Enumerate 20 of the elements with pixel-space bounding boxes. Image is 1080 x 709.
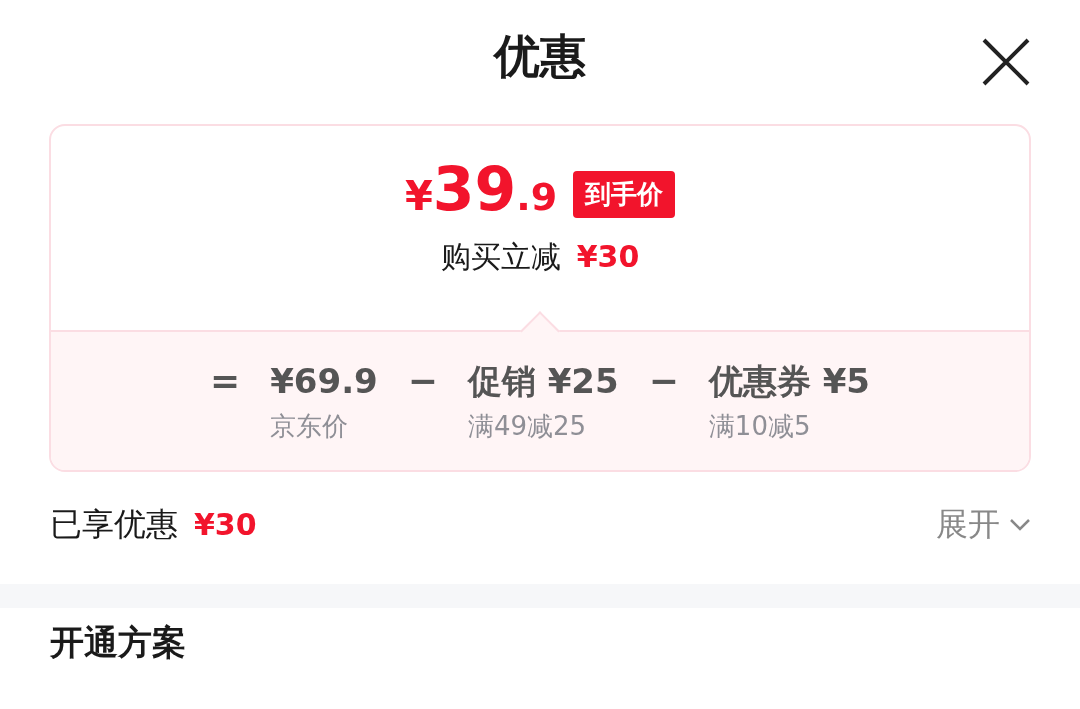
component-note: 京东价: [270, 410, 350, 443]
operator-sign: =: [210, 359, 241, 403]
component-note: 满49减25: [467, 410, 588, 443]
operator-sign: −: [648, 359, 679, 403]
saving-label: 购买立减: [440, 238, 561, 276]
price-component: 促销 ¥25: [467, 360, 619, 403]
dialog-title: 优惠: [494, 27, 586, 85]
close-button[interactable]: [980, 36, 1032, 88]
saving-amount: ¥30: [576, 238, 640, 276]
price-component: 优惠券 ¥5: [708, 360, 870, 403]
section-title: 开通方案: [50, 622, 186, 663]
discount-label: 已享优惠: [50, 504, 178, 545]
expand-button[interactable]: 展开: [936, 500, 1032, 548]
discount-amount: ¥30: [194, 505, 257, 544]
final-price: ¥39.9: [404, 159, 558, 226]
price-component: ¥69.9: [270, 360, 378, 403]
operator-sign: −: [407, 359, 438, 403]
component-note: 满10减5: [708, 410, 812, 443]
chevron-icon: [1008, 516, 1032, 532]
final-price-tag: 到手价: [573, 171, 676, 218]
